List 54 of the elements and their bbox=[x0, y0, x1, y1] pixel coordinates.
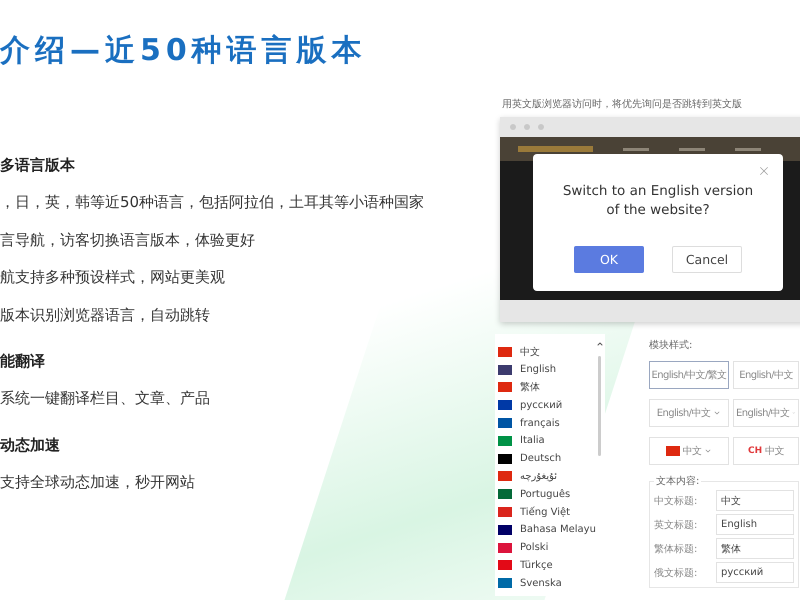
language-option[interactable]: Tiếng Việt bbox=[520, 506, 570, 518]
input-field[interactable]: 繁体 bbox=[716, 538, 794, 559]
language-option[interactable]: Deutsch bbox=[520, 453, 562, 464]
scrollbar[interactable] bbox=[598, 356, 601, 456]
window-dot bbox=[538, 124, 544, 130]
nav-placeholder bbox=[679, 148, 705, 150]
field-label: 繁体标题: bbox=[654, 542, 698, 556]
nav-placeholder bbox=[735, 148, 761, 150]
field-label: 英文标题: bbox=[654, 518, 698, 532]
nav-placeholder bbox=[623, 148, 649, 150]
language-option[interactable]: Italia bbox=[520, 435, 545, 446]
field-label: 俄文标题: bbox=[654, 566, 698, 580]
style-option[interactable]: English/中文 bbox=[733, 399, 799, 427]
group-legend: 文本内容: bbox=[654, 474, 702, 488]
feature-text: ，日，英，韩等近50种语言，包括阿拉伯，土耳其等小语种国家 bbox=[0, 192, 426, 213]
language-option[interactable]: Bahasa Melayu bbox=[520, 524, 596, 536]
language-option[interactable]: ئۇيغۇرچە bbox=[520, 470, 558, 482]
language-option[interactable]: русский bbox=[520, 400, 562, 411]
input-field[interactable]: 中文 bbox=[716, 490, 794, 511]
section-heading: 动态加速 bbox=[0, 434, 61, 456]
style-option[interactable]: 中文 bbox=[649, 437, 729, 465]
style-option[interactable]: English/中文 bbox=[649, 399, 729, 427]
input-field[interactable]: русский bbox=[716, 562, 794, 583]
feature-text: 航支持多种预设样式，网站更美观 bbox=[0, 267, 226, 288]
language-option[interactable]: Português bbox=[520, 488, 570, 500]
language-option[interactable]: Polski bbox=[520, 542, 548, 554]
language-option[interactable]: français bbox=[520, 418, 560, 429]
feature-text: 言导航，访客切换语言版本，体验更好 bbox=[0, 230, 256, 250]
field-label: 模块样式: bbox=[649, 338, 694, 352]
language-option[interactable]: Svenska bbox=[520, 578, 562, 589]
caption: 用英文版浏览器访问时，将优先询问是否跳转到英文版 bbox=[502, 98, 743, 112]
style-option[interactable]: English/中文 bbox=[733, 361, 799, 389]
cancel-button[interactable]: Cancel bbox=[672, 246, 742, 273]
dialog-message: Switch to an English version of the website? bbox=[562, 182, 754, 220]
ok-button[interactable]: OK bbox=[574, 246, 644, 273]
flag-icon bbox=[666, 446, 680, 456]
section-heading: 能翻译 bbox=[0, 351, 46, 372]
language-option[interactable]: 中文 bbox=[520, 344, 540, 359]
input-field[interactable]: English bbox=[716, 514, 794, 535]
caret-icon bbox=[704, 447, 712, 455]
feature-text: 系统一键翻译栏目、文章、产品 bbox=[0, 388, 211, 409]
window-dot bbox=[524, 124, 530, 130]
language-option[interactable]: Türkçe bbox=[520, 560, 553, 571]
style-option[interactable]: English/中文/繁文 bbox=[649, 361, 729, 389]
language-option[interactable]: English bbox=[520, 364, 556, 376]
scroll-up-icon[interactable] bbox=[596, 340, 604, 348]
field-label: 中文标题: bbox=[654, 494, 698, 508]
language-option[interactable]: 繁体 bbox=[520, 380, 540, 394]
feature-text: 支持全球动态加速，秒开网站 bbox=[0, 472, 196, 492]
window-dot bbox=[510, 124, 516, 130]
section-heading: 多语言版本 bbox=[0, 155, 76, 176]
style-option[interactable]: CH 中文 bbox=[733, 437, 799, 465]
feature-text: 版本识别浏览器语言，自动跳转 bbox=[0, 304, 211, 326]
caret-icon bbox=[713, 409, 722, 417]
